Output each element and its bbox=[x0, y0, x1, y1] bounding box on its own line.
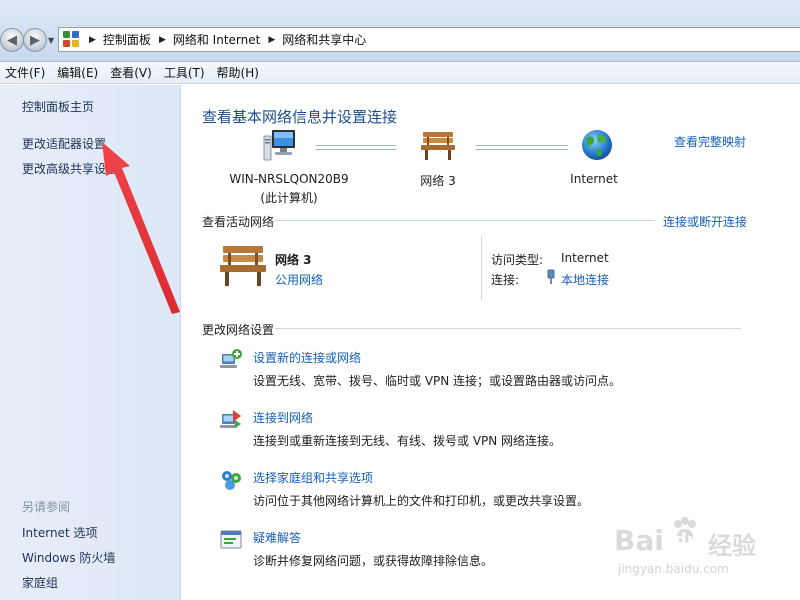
menu-help[interactable]: 帮助(H) bbox=[212, 64, 266, 81]
computer-sublabel: (此计算机) bbox=[260, 191, 318, 205]
forward-arrow-icon: ▶ bbox=[30, 32, 40, 48]
network-type-link[interactable]: 公用网络 bbox=[275, 271, 323, 288]
sidebar-item-control-panel-home[interactable]: 控制面板主页 bbox=[22, 98, 94, 115]
sidebar: 控制面板主页 更改适配器设置 更改高级共享设置 另请参阅 Internet 选项… bbox=[0, 85, 181, 600]
active-network-name: 网络 3 bbox=[275, 253, 312, 267]
sidebar-item-internet-options[interactable]: Internet 选项 bbox=[22, 524, 97, 541]
new-connection-icon[interactable] bbox=[219, 348, 243, 372]
watermark-brand-suffix: du bbox=[674, 530, 700, 551]
forward-button[interactable]: ▶ bbox=[23, 28, 47, 52]
internet-label: Internet bbox=[570, 172, 618, 186]
menu-edit[interactable]: 编辑(E) bbox=[52, 64, 105, 81]
menu-view[interactable]: 查看(V) bbox=[105, 64, 159, 81]
local-connection-link[interactable]: 本地连接 bbox=[561, 271, 609, 288]
connection-label: 连接: bbox=[491, 273, 520, 287]
address-bar: ◀ ▶ ▼ ▶ 控制面板 ▶ 网络和 Internet ▶ 网络和共享中心 bbox=[0, 0, 800, 62]
watermark-cn: 经验 bbox=[708, 532, 756, 560]
breadcrumb-sharing-center[interactable]: 网络和共享中心 bbox=[282, 31, 366, 48]
page-title: 查看基本网络信息并设置连接 bbox=[202, 108, 398, 126]
network-map-name: 网络 3 bbox=[420, 174, 456, 188]
homegroup-sharing-desc: 访问位于其他网络计算机上的文件和打印机，或更改共享设置。 bbox=[253, 494, 590, 508]
recent-pages-dropdown-icon[interactable]: ▼ bbox=[48, 36, 54, 45]
breadcrumb-separator-icon[interactable]: ▶ bbox=[268, 35, 275, 45]
homegroup-icon[interactable] bbox=[219, 468, 243, 492]
control-panel-icon bbox=[63, 30, 81, 49]
breadcrumb-network-internet[interactable]: 网络和 Internet bbox=[173, 31, 260, 48]
breadcrumb-control-panel[interactable]: 控制面板 bbox=[103, 31, 151, 48]
bench-network-icon[interactable] bbox=[420, 130, 456, 162]
see-also-heading: 另请参阅 bbox=[22, 500, 71, 514]
active-networks-heading: 查看活动网络 bbox=[202, 215, 275, 229]
divider bbox=[275, 220, 655, 221]
divider bbox=[275, 328, 741, 329]
link-line-computer-network bbox=[316, 145, 396, 150]
access-type-value: Internet bbox=[561, 251, 609, 265]
back-button[interactable]: ◀ bbox=[0, 28, 24, 52]
menu-file[interactable]: 文件(F) bbox=[0, 64, 52, 81]
troubleshoot-link[interactable]: 疑难解答 bbox=[253, 529, 301, 546]
setup-new-connection-desc: 设置无线、宽带、拨号、临时或 VPN 连接；或设置路由器或访问点。 bbox=[253, 374, 622, 388]
internet-globe-icon[interactable] bbox=[580, 128, 614, 162]
breadcrumb[interactable]: ▶ 控制面板 ▶ 网络和 Internet ▶ 网络和共享中心 bbox=[58, 27, 800, 52]
link-line-network-internet bbox=[476, 145, 568, 150]
access-type-label: 访问类型: bbox=[491, 253, 544, 267]
computer-icon[interactable] bbox=[262, 128, 298, 164]
computer-name: WIN-NRSLQON20B9 bbox=[229, 172, 349, 186]
watermark-brand: Bai bbox=[614, 524, 664, 557]
sidebar-item-windows-firewall[interactable]: Windows 防火墙 bbox=[22, 549, 115, 566]
sidebar-item-change-advanced-sharing[interactable]: 更改高级共享设置 bbox=[22, 160, 118, 177]
change-settings-heading: 更改网络设置 bbox=[202, 323, 275, 337]
watermark-url: jingyan.baidu.com bbox=[618, 562, 729, 576]
troubleshoot-icon[interactable] bbox=[219, 528, 243, 552]
menu-bar: 文件(F) 编辑(E) 查看(V) 工具(T) 帮助(H) bbox=[0, 62, 800, 84]
ethernet-connection-icon bbox=[547, 269, 555, 284]
baidu-watermark: Bai du 经验 jingyan.baidu.com bbox=[612, 516, 762, 586]
back-arrow-icon: ◀ bbox=[7, 32, 17, 48]
menu-tools[interactable]: 工具(T) bbox=[159, 64, 212, 81]
divider bbox=[481, 237, 482, 300]
homegroup-sharing-link[interactable]: 选择家庭组和共享选项 bbox=[253, 469, 373, 486]
setup-new-connection-link[interactable]: 设置新的连接或网络 bbox=[253, 349, 361, 366]
connect-to-network-desc: 连接到或重新连接到无线、有线、拨号或 VPN 网络连接。 bbox=[253, 434, 562, 448]
breadcrumb-separator-icon[interactable]: ▶ bbox=[159, 35, 166, 45]
connect-network-icon[interactable] bbox=[219, 408, 243, 432]
view-full-map-link[interactable]: 查看完整映射 bbox=[674, 133, 746, 150]
connect-disconnect-link[interactable]: 连接或断开连接 bbox=[663, 213, 747, 230]
public-network-bench-icon[interactable] bbox=[219, 244, 267, 288]
troubleshoot-desc: 诊断并修复网络问题，或获得故障排除信息。 bbox=[253, 554, 494, 568]
connect-to-network-link[interactable]: 连接到网络 bbox=[253, 409, 313, 426]
sidebar-item-change-adapter-settings[interactable]: 更改适配器设置 bbox=[22, 135, 106, 152]
sidebar-item-homegroup[interactable]: 家庭组 bbox=[22, 574, 58, 591]
breadcrumb-separator-icon[interactable]: ▶ bbox=[89, 35, 96, 45]
